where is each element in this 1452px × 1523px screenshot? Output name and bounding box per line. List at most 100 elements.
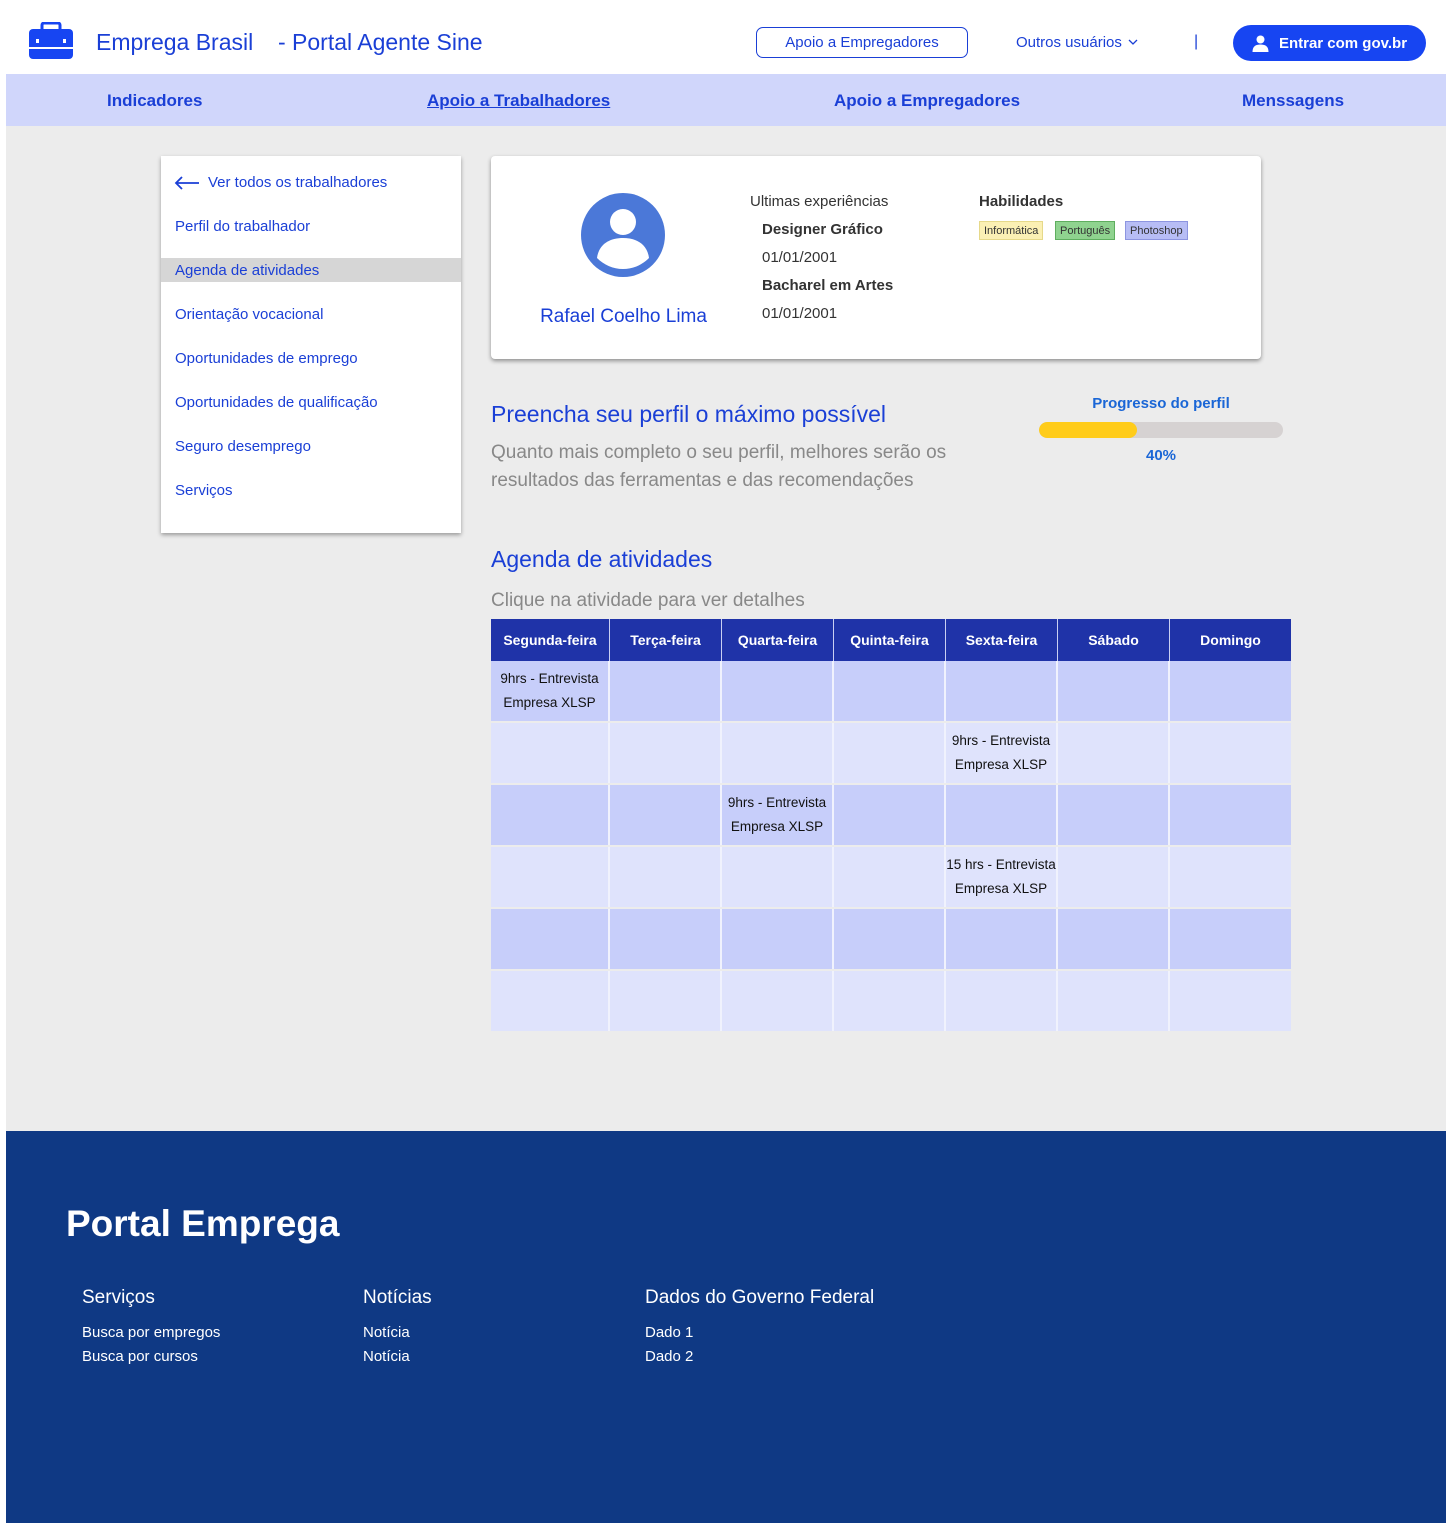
calendar-cell[interactable]: [1058, 971, 1170, 1031]
calendar-cell[interactable]: [722, 723, 834, 783]
nav-mensagens[interactable]: Menssagens: [1242, 91, 1344, 111]
sidebar-item-orientacao[interactable]: Orientação vocacional: [161, 302, 461, 326]
calendar-cell[interactable]: [834, 909, 946, 969]
calendar-cell[interactable]: [946, 909, 1058, 969]
progress-label: Progresso do perfil: [1092, 395, 1230, 412]
calendar-cell[interactable]: [834, 785, 946, 845]
calendar-cell[interactable]: [946, 661, 1058, 721]
footer-link[interactable]: Busca por empregos: [82, 1321, 220, 1345]
calendar-day-header: Quarta-feira: [722, 619, 834, 661]
event-time: 9hrs - Entrevista: [951, 733, 1051, 748]
calendar-cell[interactable]: [610, 909, 722, 969]
calendar-cell[interactable]: [491, 971, 610, 1031]
sidebar-item-perfil[interactable]: Perfil do trabalhador: [161, 214, 461, 238]
event-time: 15 hrs - Entrevista: [946, 857, 1056, 872]
calendar-cell[interactable]: [722, 971, 834, 1031]
weekly-calendar: Segunda-feira Terça-feira Quarta-feira Quin…: [491, 619, 1291, 1031]
footer-link[interactable]: Notícia: [363, 1321, 432, 1345]
header-separator: |: [1194, 33, 1199, 50]
nav-apoio-empregadores[interactable]: Apoio a Empregadores: [834, 91, 1020, 111]
page-footer: Portal Emprega Serviços Busca por empreg…: [6, 1131, 1446, 1523]
calendar-cell[interactable]: [610, 723, 722, 783]
sidebar-item-oportunidades-emprego[interactable]: Oportunidades de emprego: [161, 346, 461, 370]
calendar-cell[interactable]: [1058, 661, 1170, 721]
calendar-cell[interactable]: [491, 723, 610, 783]
calendar-cell[interactable]: [1058, 909, 1170, 969]
back-to-workers-link[interactable]: Ver todos os trabalhadores: [174, 174, 387, 191]
login-govbr-button[interactable]: Entrar com gov.br: [1233, 25, 1426, 61]
chevron-down-icon: [1128, 39, 1138, 45]
calendar-cell[interactable]: [834, 847, 946, 907]
sidebar-item-seguro[interactable]: Seguro desemprego: [161, 434, 461, 458]
calendar-cell[interactable]: [1058, 723, 1170, 783]
calendar-cell[interactable]: [834, 723, 946, 783]
sidebar-item-servicos[interactable]: Serviços: [161, 478, 461, 502]
calendar-cell[interactable]: [610, 661, 722, 721]
employer-support-button[interactable]: Apoio a Empregadores: [756, 27, 968, 58]
experience-heading: Ultimas experiências: [750, 193, 889, 210]
arrow-left-icon: [174, 175, 199, 190]
calendar-cell[interactable]: [946, 971, 1058, 1031]
calendar-day-header: Terça-feira: [610, 619, 722, 661]
calendar-row: 9hrs - Entrevista Empresa XLSP: [491, 661, 1291, 721]
calendar-cell[interactable]: [610, 785, 722, 845]
portal-subtitle: - Portal Agente Sine: [278, 29, 483, 55]
calendar-cell[interactable]: [834, 661, 946, 721]
calendar-event[interactable]: 9hrs - Entrevista Empresa XLSP: [491, 661, 610, 721]
user-icon: [1252, 35, 1269, 52]
skill-tag: Photoshop: [1125, 221, 1188, 240]
calendar-cell[interactable]: [834, 971, 946, 1031]
other-users-dropdown[interactable]: Outros usuários: [1016, 34, 1138, 51]
calendar-row: 9hrs - Entrevista Empresa XLSP: [491, 785, 1291, 845]
calendar-cell[interactable]: [1170, 971, 1291, 1031]
calendar-cell[interactable]: [1170, 847, 1291, 907]
calendar-header: Segunda-feira Terça-feira Quarta-feira Quin…: [491, 619, 1291, 661]
footer-link[interactable]: Busca por cursos: [82, 1345, 220, 1369]
calendar-event[interactable]: 9hrs - Entrevista Empresa XLSP: [722, 785, 834, 845]
skill-tag: Português: [1055, 221, 1116, 240]
event-company: Empresa XLSP: [954, 757, 1048, 772]
calendar-event[interactable]: 9hrs - Entrevista Empresa XLSP: [946, 723, 1058, 783]
calendar-cell[interactable]: [722, 909, 834, 969]
calendar-cell[interactable]: [722, 847, 834, 907]
agenda-hint: Clique na atividade para ver detalhes: [491, 590, 805, 611]
calendar-day-header: Domingo: [1200, 632, 1261, 648]
nav-apoio-trabalhadores[interactable]: Apoio a Trabalhadores: [427, 91, 610, 111]
experience-date: 01/01/2001: [762, 305, 838, 322]
sidebar-item-oportunidades-qualificacao[interactable]: Oportunidades de qualificação: [161, 390, 461, 414]
calendar-cell[interactable]: [1058, 785, 1170, 845]
calendar-cell[interactable]: [1170, 661, 1291, 721]
calendar-cell[interactable]: [946, 785, 1058, 845]
back-label: Ver todos os trabalhadores: [208, 174, 388, 191]
calendar-event[interactable]: 15 hrs - Entrevista Empresa XLSP: [946, 847, 1058, 907]
main-nav: Indicadores Apoio a Trabalhadores Apoio …: [6, 74, 1446, 126]
footer-link[interactable]: Notícia: [363, 1345, 432, 1369]
calendar-cell[interactable]: [491, 909, 610, 969]
calendar-cell[interactable]: [1170, 909, 1291, 969]
skills-heading: Habilidades: [979, 193, 1064, 210]
calendar-cell[interactable]: [491, 847, 610, 907]
footer-column-dados: Dados do Governo Federal Dado 1 Dado 2: [645, 1287, 874, 1369]
calendar-row: [491, 909, 1291, 969]
footer-link[interactable]: Dado 1: [645, 1321, 874, 1345]
sidebar-item-agenda[interactable]: Agenda de atividades: [161, 258, 461, 282]
calendar-cell[interactable]: [1170, 723, 1291, 783]
calendar-cell[interactable]: [1058, 847, 1170, 907]
login-label: Entrar com gov.br: [1278, 34, 1408, 52]
calendar-cell[interactable]: [491, 785, 610, 845]
calendar-day-header: Sábado: [1058, 619, 1170, 661]
experience-date: 01/01/2001: [762, 249, 838, 266]
calendar-cell[interactable]: [610, 847, 722, 907]
calendar-cell[interactable]: [1170, 785, 1291, 845]
calendar-cell[interactable]: [610, 971, 722, 1031]
calendar-cell[interactable]: [722, 661, 834, 721]
footer-link[interactable]: Dado 2: [645, 1345, 874, 1369]
worker-sidebar: Ver todos os trabalhadores Perfil do tra…: [161, 156, 461, 533]
page-frame: Emprega Brasil - Portal Agente Sine Apoi…: [6, 6, 1446, 1523]
profile-progress-fill: [1039, 422, 1137, 438]
progress-percent: 40%: [1145, 447, 1177, 464]
event-company: Empresa XLSP: [503, 695, 596, 710]
calendar-day-header: Segunda-feira: [491, 619, 610, 661]
nav-indicadores[interactable]: Indicadores: [107, 91, 202, 111]
footer-column-noticias: Notícias Notícia Notícia: [363, 1287, 432, 1369]
